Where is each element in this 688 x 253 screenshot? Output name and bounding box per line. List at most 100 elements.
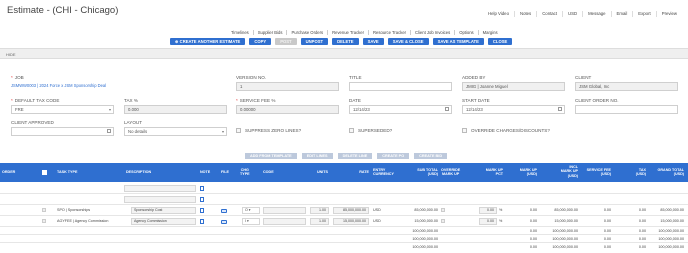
- pct-sign: %: [499, 219, 503, 223]
- tax-code-label: * DEFAULT TAX CODE: [11, 98, 60, 103]
- close-button[interactable]: CLOSE: [487, 38, 513, 45]
- col-units[interactable]: UNITS: [308, 170, 328, 174]
- preview-link[interactable]: Preview: [655, 11, 682, 17]
- unpost-button[interactable]: UNPOST: [300, 38, 329, 45]
- col-sub-total[interactable]: SUB TOTAL (USD): [410, 168, 438, 177]
- contact-link[interactable]: Contact: [536, 11, 562, 17]
- units-input[interactable]: 1.00: [310, 207, 329, 214]
- code-input[interactable]: [263, 218, 306, 225]
- tab-timelines[interactable]: Timelines: [227, 30, 253, 35]
- col-task-type[interactable]: TASK TYPE: [57, 170, 77, 174]
- markup-pct-input[interactable]: 0.00: [479, 207, 497, 214]
- col-chg-type[interactable]: CHG TYPE: [240, 168, 250, 177]
- code-input[interactable]: [263, 207, 306, 214]
- chg-type-select[interactable]: I ▾: [242, 218, 260, 225]
- copy-button[interactable]: COPY: [249, 38, 272, 45]
- table-row[interactable]: [0, 195, 688, 205]
- delete-button[interactable]: DELETE: [332, 38, 359, 45]
- create-another-estimate-button[interactable]: ⊕ CREATE ANOTHER ESTIMATE: [170, 38, 246, 45]
- col-service-fee[interactable]: SERVICE FEE (USD): [583, 168, 611, 177]
- override-markup-checkbox[interactable]: [441, 208, 445, 212]
- sub-total-sum: 100,000,000.00: [412, 237, 438, 241]
- client-approved-input[interactable]: [11, 127, 114, 136]
- tab-margins[interactable]: Margins: [477, 30, 502, 35]
- col-grand-total[interactable]: GRAND TOTAL (USD): [650, 168, 685, 177]
- calendar-icon[interactable]: [107, 129, 111, 133]
- save-button[interactable]: SAVE: [362, 38, 384, 45]
- save-close-button[interactable]: SAVE & CLOSE: [387, 38, 429, 45]
- service-fee-sum: 0.00: [603, 245, 611, 249]
- export-link[interactable]: Export: [632, 11, 655, 17]
- add-from-template-button[interactable]: ADD FROM TEMPLATE: [245, 153, 297, 159]
- post-button[interactable]: POST: [275, 38, 297, 45]
- job-link[interactable]: JSMWW0003 | 2024 Force x JSM Sponsorship…: [11, 83, 106, 88]
- total-row: 100,000,000.00 0.00 100,000,000.00 0.00 …: [0, 236, 688, 243]
- note-icon[interactable]: [200, 208, 204, 213]
- message-link[interactable]: Message: [582, 11, 610, 17]
- units-input[interactable]: 1.00: [310, 218, 329, 225]
- col-code[interactable]: CODE: [263, 170, 274, 174]
- hide-section-bar[interactable]: HIDE: [0, 48, 688, 59]
- notes-link[interactable]: Notes: [513, 11, 536, 17]
- currency-link[interactable]: USD: [562, 11, 582, 17]
- folder-icon[interactable]: [221, 209, 227, 213]
- note-icon[interactable]: [200, 219, 204, 224]
- save-as-template-button[interactable]: SAVE AS TEMPLATE: [432, 38, 484, 45]
- tab-supplier-bids[interactable]: Supplier Bids: [252, 30, 287, 35]
- tab-resource-tracker[interactable]: Resource Tracker: [368, 30, 410, 35]
- email-link[interactable]: Email: [610, 11, 633, 17]
- col-tax[interactable]: TAX (USD): [630, 168, 646, 177]
- suppress-zero-lines-checkbox[interactable]: [236, 128, 241, 133]
- calendar-icon[interactable]: [558, 107, 562, 111]
- tab-options[interactable]: Options: [454, 30, 477, 35]
- col-incl-markup[interactable]: INCL MARK UP (USD): [556, 165, 578, 178]
- superseded-checkbox[interactable]: [349, 128, 354, 133]
- create-po-button[interactable]: CREATE PO: [377, 153, 410, 159]
- delete-line-button[interactable]: DELETE LINE: [337, 153, 373, 159]
- col-order[interactable]: ORDER: [2, 170, 15, 174]
- note-icon[interactable]: [200, 197, 204, 202]
- col-entry-currency[interactable]: ENTRY CURRENCY: [373, 168, 394, 177]
- folder-icon[interactable]: [221, 220, 227, 224]
- date-label: DATE: [349, 98, 361, 103]
- col-file[interactable]: FILE: [221, 170, 229, 174]
- description-input[interactable]: [124, 196, 196, 203]
- table-row[interactable]: AGYFEE | Agency Commission Agency Commis…: [0, 217, 688, 227]
- table-row[interactable]: SPO | Sponsorships Sponsorship Cost O ▾ …: [0, 206, 688, 216]
- create-bid-button[interactable]: CREATE BID: [414, 153, 448, 159]
- col-description[interactable]: DESCRIPTION: [126, 170, 151, 174]
- col-markup-usd[interactable]: MARK UP (USD): [515, 168, 537, 177]
- title-input[interactable]: [349, 82, 452, 91]
- layout-select[interactable]: No details ▾: [124, 127, 227, 136]
- description-input[interactable]: [124, 185, 196, 192]
- table-row[interactable]: [0, 184, 688, 194]
- row-checkbox[interactable]: [42, 219, 46, 223]
- row-checkbox[interactable]: [42, 208, 46, 212]
- title-label: TITLE: [349, 75, 362, 80]
- date-input[interactable]: 12/14/23: [349, 105, 452, 114]
- col-rate[interactable]: RATE: [351, 170, 369, 174]
- rate-input[interactable]: 85,000,000.00: [333, 207, 369, 214]
- chg-type-select[interactable]: O ▾: [242, 207, 260, 214]
- markup-pct-input[interactable]: 0.00: [479, 218, 497, 225]
- edit-lines-button[interactable]: EDIT LINES: [301, 153, 333, 159]
- select-all-checkbox[interactable]: [42, 170, 47, 175]
- col-note[interactable]: NOTE: [200, 170, 210, 174]
- client-order-input[interactable]: [575, 105, 678, 114]
- col-markup-pct[interactable]: MARK UP PCT: [481, 168, 503, 177]
- note-icon[interactable]: [200, 186, 204, 191]
- help-video-link[interactable]: Help Video: [483, 11, 514, 17]
- override-charges-checkbox[interactable]: [462, 128, 467, 133]
- description-input[interactable]: Sponsorship Cost: [131, 207, 196, 214]
- calendar-icon[interactable]: [445, 107, 449, 111]
- override-markup-checkbox[interactable]: [441, 219, 445, 223]
- col-override-markup[interactable]: OVERRIDE MARK UP: [441, 168, 460, 177]
- description-input[interactable]: Agency Commission: [131, 218, 196, 225]
- start-date-input[interactable]: 12/14/23: [462, 105, 565, 114]
- tab-purchase-orders[interactable]: Purchase Orders: [286, 30, 327, 35]
- tab-client-job-invoices[interactable]: Client Job Invoices: [410, 30, 454, 35]
- tax-code-select[interactable]: FRE ▾: [11, 105, 114, 114]
- service-fee-field[interactable]: 0.00000: [236, 105, 339, 114]
- tab-revenue-tracker[interactable]: Revenue Tracker: [327, 30, 368, 35]
- rate-input[interactable]: 15,000,000.00: [333, 218, 369, 225]
